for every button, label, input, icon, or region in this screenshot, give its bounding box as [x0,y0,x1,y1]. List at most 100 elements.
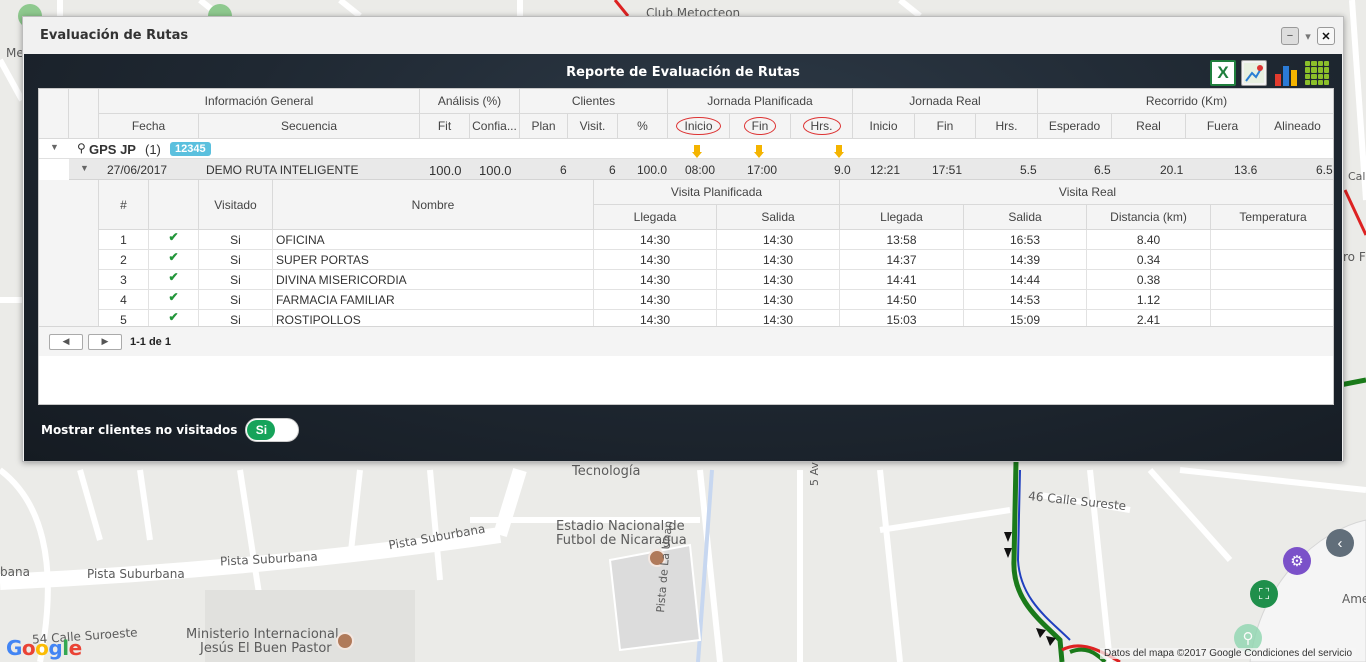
dialog-menu-button[interactable]: ▾ [1299,27,1317,45]
chevron-left-icon: ‹ [1337,534,1343,552]
sub-col-check[interactable] [149,180,199,230]
row-distancia: 0.34 [1087,250,1211,270]
detail-real-fin: 17:51 [932,163,963,177]
subgrid-indent [39,180,99,326]
settings-button[interactable]: ⚙ [1283,547,1311,575]
sub-col-distancia[interactable]: Distancia (km) [1087,205,1211,230]
col-real-inicio[interactable]: Inicio [853,114,915,139]
row-visitado: Si [199,270,273,290]
show-unvisited-label: Mostrar clientes no visitados [41,423,238,437]
col-planned-fin[interactable]: Fin [730,114,791,139]
fullscreen-button[interactable]: ⛶ [1250,580,1278,608]
collapse-group-button[interactable]: ▼ [50,142,59,152]
row-salida-real: 14:53 [964,290,1087,310]
row-llegada-real: 14:37 [840,250,964,270]
visit-row[interactable]: 2 ✔ Si SUPER PORTAS 14:30 14:30 14:37 14:39 0.34 [99,250,1333,270]
col-fit[interactable]: Fit [420,114,470,139]
col-secuencia[interactable]: Secuencia [199,114,420,139]
pager-prev-button[interactable]: ◀ [49,333,83,350]
sub-group-visita-real: Visita Real [840,180,1333,205]
show-unvisited-toggle[interactable]: Si [245,418,300,442]
row-llegada: 14:30 [594,270,717,290]
col-alineado[interactable]: Alineado [1260,114,1333,139]
map-attribution[interactable]: Datos del mapa ©2017 Google Condiciones … [1100,648,1357,659]
row-salida: 14:30 [717,230,840,250]
map-label-call: Call [1348,170,1366,183]
visited-check-icon: ✔ [149,250,199,270]
detail-planned-hrs: 9.0 [834,163,851,177]
google-logo: Google [6,636,82,660]
pager-next-button[interactable]: ▶ [88,333,122,350]
row-nombre: FARMACIA FAMILIAR [273,290,594,310]
route-report-grid: Información General Análisis (%) Cliente… [38,88,1334,405]
map-label-ministerio-1: Ministerio Internacional [186,627,339,642]
detail-pct: 100.0 [637,163,668,177]
sub-col-salida[interactable]: Salida [717,205,840,230]
row-distancia: 0.38 [1087,270,1211,290]
col-plan[interactable]: Plan [520,114,568,139]
collapse-detail-button[interactable]: ▼ [80,163,89,173]
grid-view-button[interactable] [1304,60,1330,86]
sub-col-visitado[interactable]: Visitado [199,180,273,230]
visit-row[interactable]: 3 ✔ Si DIVINA MISERICORDIA 14:30 14:30 14:41 14… [99,270,1333,290]
planned-hrs-label: Hrs. [802,117,841,135]
row-temperatura [1211,250,1333,270]
col-real-hrs[interactable]: Hrs. [976,114,1038,139]
dialog-body: Reporte de Evaluación de Rutas X Informa… [24,54,1342,461]
sub-col-llegada-real[interactable]: Llegada [840,205,964,230]
row-num: 2 [99,250,149,270]
group-route-header: Recorrido (Km) [1038,89,1333,114]
church-poi-icon[interactable] [336,632,354,650]
col-confia[interactable]: Confia... [470,114,520,139]
close-icon: ✕ [1321,30,1331,43]
sub-col-num[interactable]: # [99,180,149,230]
caret-down-icon: ▾ [1305,30,1311,43]
group-planned-header: Jornada Planificada [668,89,853,114]
close-button[interactable]: ✕ [1317,27,1335,45]
group-row [39,139,1333,159]
col-planned-inicio[interactable]: Inicio [668,114,730,139]
marker-arrow-fin-icon [754,145,764,158]
col-fuera[interactable]: Fuera [1186,114,1260,139]
map-label-ame: Ame [1342,592,1366,606]
report-title: Reporte de Evaluación de Rutas [566,65,800,80]
minimize-button[interactable]: − [1281,27,1299,45]
row-llegada: 14:30 [594,290,717,310]
col-real[interactable]: Real [1112,114,1186,139]
visited-check-icon: ✔ [149,230,199,250]
group-general-header: Información General [99,89,420,114]
detail-real-inicio: 12:21 [870,163,901,177]
col-pct[interactable]: % [618,114,668,139]
chart-button[interactable] [1273,60,1299,86]
map-route-button[interactable] [1241,60,1267,86]
grid-icon [1305,61,1311,67]
col-visit[interactable]: Visit. [568,114,618,139]
col-planned-hrs[interactable]: Hrs. [791,114,853,139]
group-badge: 12345 [170,142,211,156]
detail-visit: 6 [609,163,616,177]
export-excel-button[interactable]: X [1210,60,1236,86]
visit-rows: 1 ✔ Si OFICINA 14:30 14:30 13:58 16:53 8.40 2 ✔ Si S… [99,230,1333,350]
sub-col-llegada[interactable]: Llegada [594,205,717,230]
row-temperatura [1211,230,1333,250]
col-real-fin[interactable]: Fin [915,114,976,139]
col-esperado[interactable]: Esperado [1038,114,1112,139]
visit-row[interactable]: 4 ✔ Si FARMACIA FAMILIAR 14:30 14:30 14:50 14:5… [99,290,1333,310]
detail-fecha: 27/06/2017 [107,163,168,177]
sub-col-salida-real[interactable]: Salida [964,205,1087,230]
detail-real: 20.1 [1160,163,1184,177]
visit-row[interactable]: 1 ✔ Si OFICINA 14:30 14:30 13:58 16:53 8.40 [99,230,1333,250]
detail-fuera: 13.6 [1234,163,1258,177]
col-fecha[interactable]: Fecha [99,114,199,139]
detail-alineado: 6.5 [1316,163,1333,177]
sub-col-temperatura[interactable]: Temperatura [1211,205,1333,230]
row-visitado: Si [199,250,273,270]
pager: ◀ ▶ 1-1 de 1 [39,326,1333,356]
excel-icon: X [1217,63,1229,82]
row-salida: 14:30 [717,250,840,270]
collapse-panel-button[interactable]: ‹ [1326,529,1354,557]
planned-fin-label: Fin [743,117,777,135]
expand-col-header [39,89,69,139]
dialog-titlebar[interactable]: Evaluación de Rutas − ▾ ✕ [23,17,1343,53]
sub-col-nombre[interactable]: Nombre [273,180,594,230]
